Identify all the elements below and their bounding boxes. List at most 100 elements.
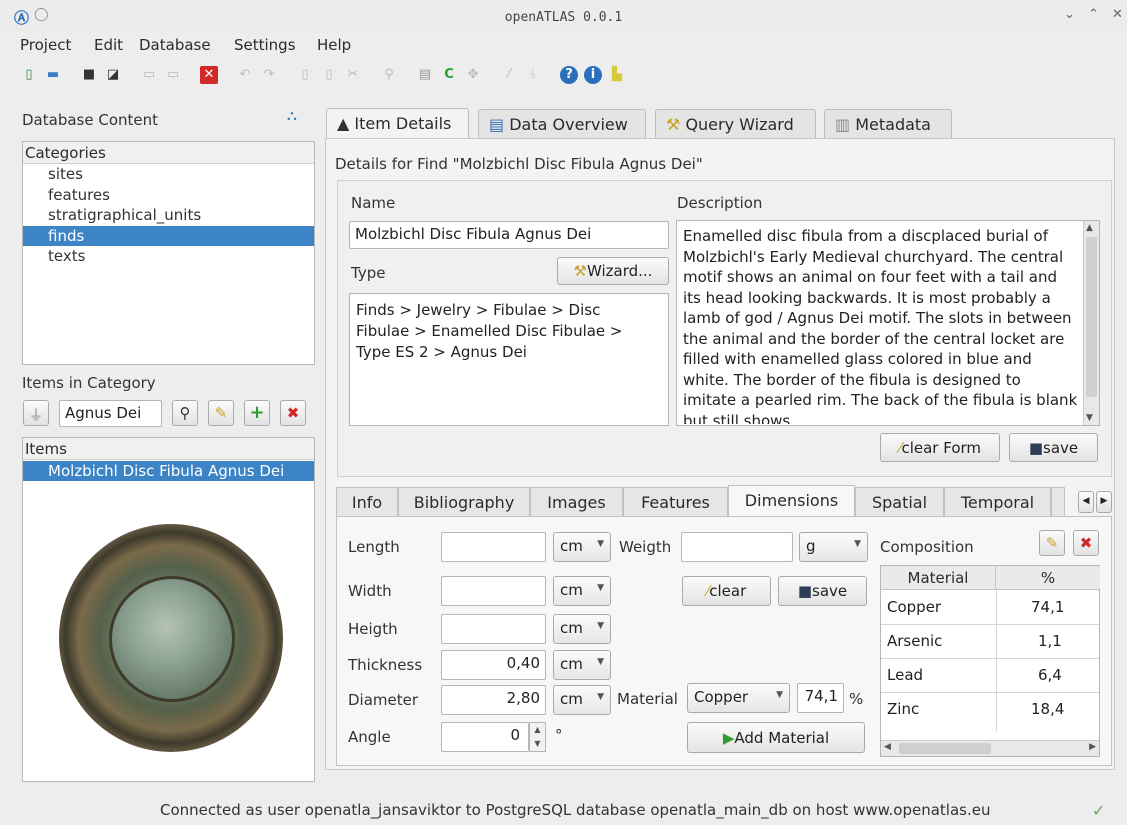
subtab-dimensions[interactable]: Dimensions: [728, 485, 855, 517]
subtab-scroll-left[interactable]: ◀: [1078, 491, 1094, 513]
table-cell-percent[interactable]: 1,1: [1038, 632, 1062, 650]
tree-structure-icon[interactable]: ⛬: [287, 108, 297, 124]
tool-icon[interactable]: ⁄: [500, 66, 518, 84]
spin-up-icon[interactable]: ▲: [530, 723, 545, 737]
find-icon[interactable]: ⚲: [380, 66, 398, 84]
scroll-down-icon[interactable]: ▼: [1086, 413, 1093, 423]
tab-query-wizard[interactable]: ⚒ Query Wizard: [655, 109, 816, 139]
table-cell-material[interactable]: Lead: [887, 666, 923, 684]
pin-icon[interactable]: ⫰: [524, 66, 542, 84]
menu-database[interactable]: Database: [139, 36, 211, 54]
thickness-unit-select[interactable]: cm ▼: [553, 650, 611, 680]
length-field[interactable]: [441, 532, 546, 562]
menu-settings[interactable]: Settings: [234, 36, 296, 54]
tab-metadata[interactable]: ▥ Metadata: [824, 109, 952, 139]
undo-icon[interactable]: ↶: [236, 66, 254, 84]
category-features[interactable]: features: [48, 186, 110, 204]
connect-icon[interactable]: ✥: [464, 66, 482, 84]
add-item-button[interactable]: +: [244, 400, 270, 426]
column-header-material[interactable]: Material: [881, 566, 996, 590]
horizontal-scrollbar[interactable]: ◀ ▶: [881, 740, 1099, 756]
subtab-images[interactable]: Images: [530, 487, 623, 517]
filter-button[interactable]: ⏚: [23, 400, 49, 426]
table-cell-material[interactable]: Copper: [887, 598, 941, 616]
edit-composition-button[interactable]: ✎: [1039, 530, 1065, 556]
diameter-field[interactable]: 2,80: [441, 685, 546, 715]
subtab-overflow[interactable]: [1051, 487, 1065, 517]
spin-down-icon[interactable]: ▼: [530, 737, 545, 751]
subtab-features[interactable]: Features: [623, 487, 728, 517]
cut-icon[interactable]: ✂: [344, 66, 362, 84]
subtab-spatial[interactable]: Spatial: [855, 487, 944, 517]
angle-field[interactable]: 0: [441, 722, 529, 752]
tab-data-overview[interactable]: ▤ Data Overview: [478, 109, 646, 139]
column-header-percent[interactable]: %: [996, 566, 1100, 590]
subtab-bibliography[interactable]: Bibliography: [398, 487, 530, 517]
refresh-icon[interactable]: C: [440, 66, 458, 84]
database-icon[interactable]: ▤: [416, 66, 434, 84]
diameter-unit-select[interactable]: cm ▼: [553, 685, 611, 715]
material-percent-field[interactable]: 74,1: [797, 683, 844, 713]
save-dimensions-button[interactable]: ■save: [778, 576, 867, 606]
search-button[interactable]: ⚲: [172, 400, 198, 426]
weigth-unit-select[interactable]: g ▼: [799, 532, 868, 562]
paste-icon[interactable]: ▭: [164, 66, 182, 84]
type-field[interactable]: Finds > Jewelry > Fibulae > Disc Fibulae…: [349, 293, 669, 426]
material-select[interactable]: Copper ▼: [687, 683, 790, 713]
export-icon[interactable]: ▙: [608, 66, 626, 84]
scroll-thumb[interactable]: [1086, 237, 1097, 397]
new-icon[interactable]: ▯: [20, 66, 38, 84]
menu-help[interactable]: Help: [317, 36, 351, 54]
table-cell-material[interactable]: Zinc: [887, 700, 919, 718]
width-unit-select[interactable]: cm ▼: [553, 576, 611, 606]
description-field[interactable]: Enamelled disc fibula from a discplaced …: [676, 220, 1100, 426]
category-filter-input[interactable]: Agnus Dei: [59, 400, 162, 427]
length-unit-select[interactable]: cm ▼: [553, 532, 611, 562]
page-icon[interactable]: ▯: [296, 66, 314, 84]
composition-table[interactable]: Material % Copper 74,1 Arsenic 1,1 Lead …: [880, 565, 1100, 757]
scroll-left-icon[interactable]: ◀: [884, 742, 891, 752]
scroll-thumb[interactable]: [899, 743, 991, 754]
table-cell-percent[interactable]: 18,4: [1031, 700, 1064, 718]
thickness-field[interactable]: 0,40: [441, 650, 546, 680]
heigth-field[interactable]: [441, 614, 546, 644]
close-window-icon[interactable]: ✕: [1112, 7, 1123, 22]
name-field[interactable]: Molzbichl Disc Fibula Agnus Dei: [349, 221, 669, 249]
angle-spinner[interactable]: ▲ ▼: [529, 722, 546, 752]
wizard-button[interactable]: ⚒Wizard...: [557, 257, 669, 285]
save-as-icon[interactable]: ◪: [104, 66, 122, 84]
redo-icon[interactable]: ↷: [260, 66, 278, 84]
close-icon[interactable]: ✕: [200, 66, 218, 84]
info-icon[interactable]: i: [584, 66, 602, 84]
table-cell-percent[interactable]: 6,4: [1038, 666, 1062, 684]
category-stratigraphical-units[interactable]: stratigraphical_units: [48, 206, 201, 224]
page2-icon[interactable]: ▯: [320, 66, 338, 84]
width-field[interactable]: [441, 576, 546, 606]
table-cell-material[interactable]: Arsenic: [887, 632, 942, 650]
scroll-right-icon[interactable]: ▶: [1089, 742, 1096, 752]
menu-project[interactable]: Project: [20, 36, 71, 54]
table-cell-percent[interactable]: 74,1: [1031, 598, 1064, 616]
menu-edit[interactable]: Edit: [94, 36, 123, 54]
weigth-field[interactable]: [681, 532, 793, 562]
save-details-button[interactable]: ■save: [1009, 433, 1098, 462]
heigth-unit-select[interactable]: cm ▼: [553, 614, 611, 644]
copy-icon[interactable]: ▭: [140, 66, 158, 84]
category-sites[interactable]: sites: [48, 165, 83, 183]
subtab-info[interactable]: Info: [336, 487, 398, 517]
description-scrollbar[interactable]: ▲ ▼: [1083, 221, 1099, 425]
maximize-icon[interactable]: ⌃: [1088, 7, 1099, 22]
clear-dimensions-button[interactable]: ⁄clear: [682, 576, 771, 606]
scroll-up-icon[interactable]: ▲: [1086, 223, 1093, 233]
item-row-selected[interactable]: Molzbichl Disc Fibula Agnus Dei: [23, 461, 314, 481]
help-icon[interactable]: ?: [560, 66, 578, 84]
category-finds-selected[interactable]: finds: [23, 226, 314, 246]
delete-composition-button[interactable]: ✖: [1073, 530, 1099, 556]
add-material-button[interactable]: ▶Add Material: [687, 722, 865, 753]
category-texts[interactable]: texts: [48, 247, 85, 265]
tab-item-details[interactable]: ▲ Item Details: [326, 108, 469, 138]
subtab-temporal[interactable]: Temporal: [944, 487, 1051, 517]
save-icon[interactable]: ■: [80, 66, 98, 84]
delete-item-button[interactable]: ✖: [280, 400, 306, 426]
subtab-scroll-right[interactable]: ▶: [1096, 491, 1112, 513]
